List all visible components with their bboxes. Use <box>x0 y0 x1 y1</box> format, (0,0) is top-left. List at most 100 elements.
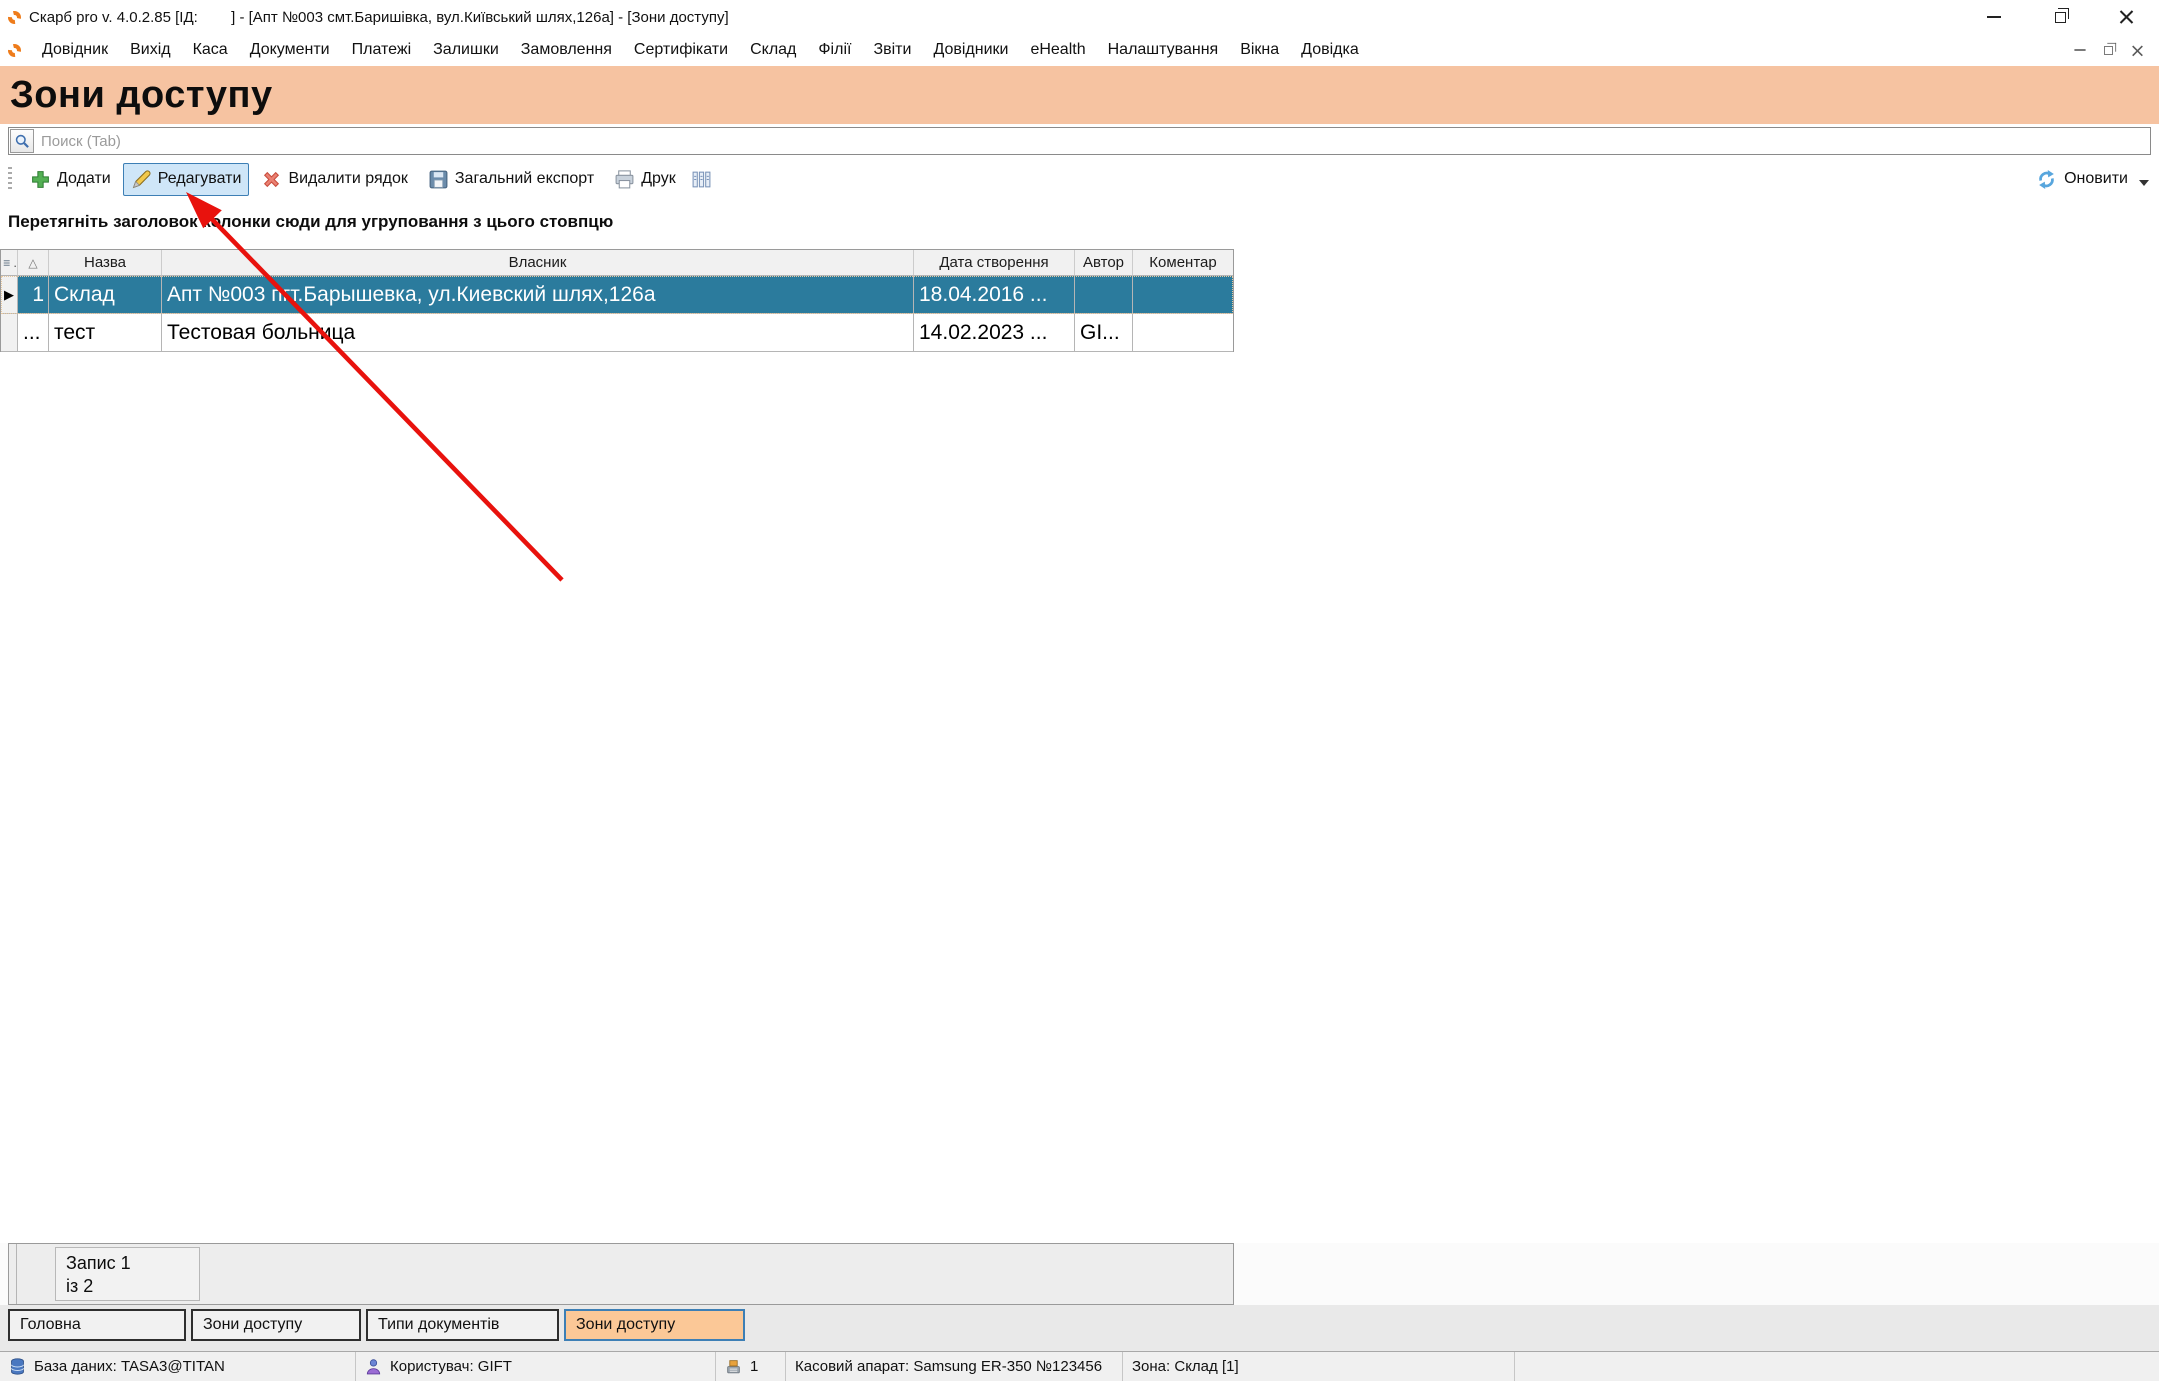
columns-icon <box>691 169 712 190</box>
tab-zony-dostupu-active[interactable]: Зони доступу <box>564 1309 745 1341</box>
search-icon-button[interactable] <box>10 129 34 153</box>
app-logo-icon <box>8 11 21 24</box>
menu-dovidnyky[interactable]: Довідники <box>922 37 1019 63</box>
row-marker-cell <box>1 314 18 352</box>
red-x-icon <box>261 169 282 190</box>
menu-nalashtuvannia[interactable]: Налаштування <box>1097 37 1230 63</box>
tab-typy-dokumentiv[interactable]: Типи документів <box>366 1309 559 1341</box>
column-header-comment[interactable]: Коментар <box>1133 250 1233 276</box>
column-header-name[interactable]: Назва <box>49 250 162 276</box>
menu-sklad[interactable]: Склад <box>739 37 807 63</box>
minimize-icon <box>2074 49 2085 51</box>
app-logo-icon <box>8 44 21 57</box>
menu-vykhid[interactable]: Вихід <box>119 37 182 63</box>
status-cash-register: Касовий апарат: Samsung ER-350 №123456 <box>786 1352 1123 1381</box>
table-row-sklad[interactable]: ▶ 1 Склад Апт №003 пгт.Барышевка, ул.Кие… <box>1 276 1233 314</box>
empty-workspace <box>0 352 2159 1243</box>
cell-owner[interactable]: Тестовая больница <box>162 314 914 352</box>
cell-author[interactable]: GI... <box>1075 314 1133 352</box>
refresh-dropdown-caret-icon[interactable] <box>2139 180 2149 186</box>
cash-register-icon <box>725 1358 742 1375</box>
refresh-icon <box>2036 169 2057 190</box>
cell-author[interactable] <box>1075 276 1133 314</box>
grid-grip-icon <box>3 258 10 268</box>
record-panel-divider <box>9 1244 17 1304</box>
row-number-cell: 1 <box>18 276 49 314</box>
record-count-line2: із 2 <box>66 1275 189 1298</box>
close-icon <box>2119 10 2134 25</box>
cell-name[interactable]: тест <box>49 314 162 352</box>
refresh-button[interactable]: Оновити <box>2036 169 2149 190</box>
search-icon <box>14 133 31 150</box>
cell-created[interactable]: 14.02.2023 ... <box>914 314 1075 352</box>
table-header-row: . △ Назва Власник Дата створення Автор К… <box>1 250 1233 276</box>
menu-dovidka[interactable]: Довідка <box>1290 37 1370 63</box>
row-number-cell: ... <box>18 314 49 352</box>
edit-button[interactable]: Редагувати <box>123 163 250 196</box>
sort-triangle-icon: △ <box>28 256 37 270</box>
tab-holovna[interactable]: Головна <box>8 1309 186 1341</box>
menu-filii[interactable]: Філії <box>807 37 862 63</box>
mdi-close-button[interactable] <box>2132 44 2144 56</box>
cell-owner[interactable]: Апт №003 пгт.Барышевка, ул.Киевский шлях… <box>162 276 914 314</box>
menu-vikna[interactable]: Вікна <box>1229 37 1290 63</box>
app-window: Скарб pro v. 4.0.2.85 [ІД: ] - [Апт №003… <box>0 0 2159 1381</box>
page-title: Зони доступу <box>10 74 273 117</box>
menu-sertyfikaty[interactable]: Сертифікати <box>623 37 739 63</box>
menu-zvity[interactable]: Звіти <box>862 37 922 63</box>
column-header-created[interactable]: Дата створення <box>914 250 1075 276</box>
record-count-box: Запис 1 із 2 <box>55 1247 200 1301</box>
status-database: База даних: TASA3@TITAN <box>0 1352 356 1381</box>
menu-zamovlennia[interactable]: Замовлення <box>510 37 623 63</box>
columns-button[interactable] <box>688 163 715 196</box>
status-bar: База даних: TASA3@TITAN Користувач: GIFT… <box>0 1351 2159 1381</box>
print-button[interactable]: Друк <box>606 163 684 196</box>
search-input[interactable] <box>35 133 2150 150</box>
status-register-count: 1 <box>716 1352 786 1381</box>
floppy-save-icon <box>428 169 449 190</box>
cell-created[interactable]: 18.04.2016 ... <box>914 276 1075 314</box>
database-icon <box>9 1358 26 1375</box>
delete-row-button[interactable]: Видалити рядок <box>253 163 415 196</box>
window-title: Скарб pro v. 4.0.2.85 [ІД: ] - [Апт №003… <box>29 9 729 26</box>
window-tabs-bar: Головна Зони доступу Типи документів Зон… <box>0 1305 2159 1351</box>
search-box <box>8 127 2151 155</box>
column-header-owner[interactable]: Власник <box>162 250 914 276</box>
toolbar: Додати Редагувати Видалити рядок Загальн… <box>0 158 2159 200</box>
export-button[interactable]: Загальний експорт <box>420 163 602 196</box>
cell-comment[interactable] <box>1133 314 1233 352</box>
toolbar-grip-handle[interactable] <box>8 167 12 191</box>
menu-platezhi[interactable]: Платежі <box>341 37 423 63</box>
cell-name[interactable]: Склад <box>49 276 162 314</box>
column-header-author[interactable]: Автор <box>1075 250 1133 276</box>
row-marker-cell: ▶ <box>1 276 18 314</box>
mdi-restore-button[interactable] <box>2104 46 2113 55</box>
tab-zony-dostupu-1[interactable]: Зони доступу <box>191 1309 361 1341</box>
menu-ehealth[interactable]: eHealth <box>1019 37 1096 63</box>
sort-indicator-cell[interactable]: △ <box>18 250 49 276</box>
mdi-minimize-button[interactable] <box>2074 49 2085 51</box>
restore-button[interactable] <box>2027 0 2093 34</box>
table-row-test[interactable]: ... тест Тестовая больница 14.02.2023 ..… <box>1 314 1233 352</box>
record-strip: Запис 1 із 2 <box>0 1243 2159 1305</box>
group-by-hint: Перетягніть заголовок колонки сюди для у… <box>0 200 2159 242</box>
menu-dovidnyk[interactable]: Довідник <box>31 37 119 63</box>
table-corner-cell: . <box>1 250 18 276</box>
close-icon <box>2132 44 2144 56</box>
plus-icon <box>30 169 51 190</box>
cell-comment[interactable] <box>1133 276 1233 314</box>
status-filler <box>1515 1352 2159 1381</box>
menu-dokumenty[interactable]: Документи <box>239 37 341 63</box>
printer-icon <box>614 169 635 190</box>
access-zones-table: . △ Назва Власник Дата створення Автор К… <box>0 249 1234 352</box>
menu-kasa[interactable]: Каса <box>182 37 239 63</box>
add-button[interactable]: Додати <box>22 163 119 196</box>
status-user: Користувач: GIFT <box>356 1352 716 1381</box>
user-icon <box>365 1358 382 1375</box>
restore-icon <box>2055 12 2066 23</box>
page-header-band: Зони доступу <box>0 66 2159 124</box>
close-button[interactable] <box>2093 0 2159 34</box>
menu-zalyshky[interactable]: Залишки <box>422 37 510 63</box>
minimize-icon <box>1987 16 2001 18</box>
minimize-button[interactable] <box>1961 0 2027 34</box>
